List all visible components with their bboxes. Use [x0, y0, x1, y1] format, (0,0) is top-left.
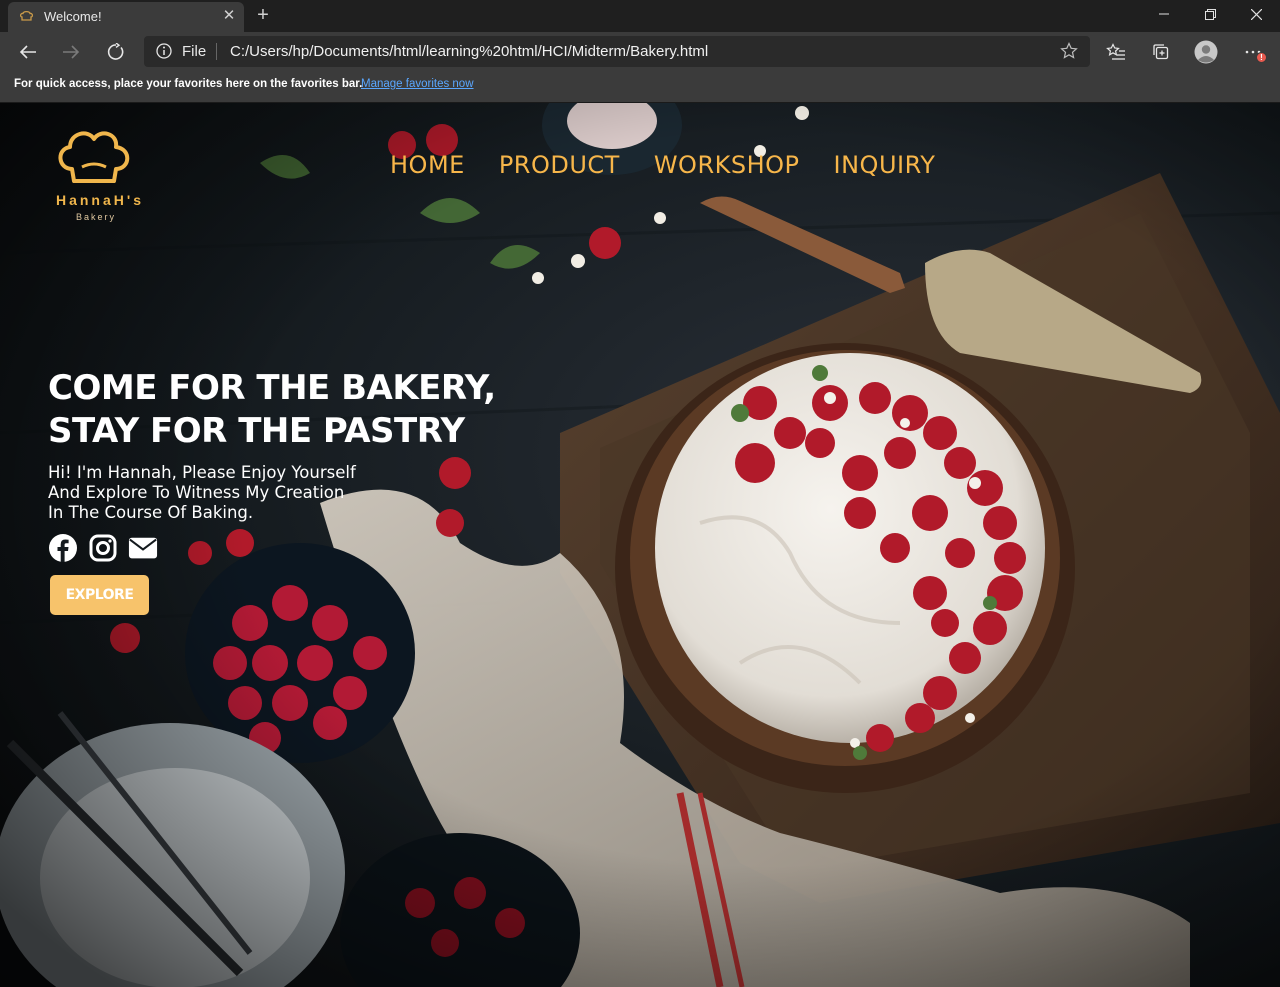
refresh-icon: [107, 43, 124, 60]
hero-headline-line2: STAY FOR THE PASTRY: [48, 411, 465, 451]
close-window-button[interactable]: [1233, 0, 1279, 28]
tab-welcome[interactable]: Welcome! ✕: [8, 2, 244, 32]
collections-button[interactable]: [1146, 38, 1176, 66]
forward-button[interactable]: [56, 38, 86, 66]
social-links: [48, 533, 158, 563]
bakery-page: HannaH's Bakery HOME PRODUCT WORKSHOP IN…: [0, 103, 1280, 987]
hero-background-image: [0, 103, 1280, 987]
profile-button[interactable]: [1191, 38, 1221, 66]
instagram-icon[interactable]: [88, 533, 118, 563]
info-icon[interactable]: [156, 43, 172, 59]
explore-button[interactable]: EXPLORE: [50, 575, 149, 615]
favorites-list-icon: [1106, 43, 1125, 60]
envelope-icon[interactable]: [128, 533, 158, 563]
nav-product[interactable]: PRODUCT: [499, 151, 620, 179]
chef-hat-icon: [58, 131, 130, 183]
facebook-icon[interactable]: [48, 533, 78, 563]
favorites-bar-message: For quick access, place your favorites h…: [14, 78, 363, 90]
hero-subtitle: Hi! I'm Hannah, Please Enjoy Yourself An…: [48, 463, 356, 523]
hero-subtitle-line1: Hi! I'm Hannah, Please Enjoy Yourself: [48, 463, 356, 482]
arrow-left-icon: [19, 45, 36, 59]
collections-icon: [1153, 44, 1169, 60]
hero-headline: COME FOR THE BAKERY, STAY FOR THE PASTRY: [48, 367, 496, 453]
new-tab-button[interactable]: +: [252, 4, 274, 26]
main-nav: HOME PRODUCT WORKSHOP INQUIRY: [390, 151, 935, 179]
nav-inquiry[interactable]: INQUIRY: [834, 151, 936, 179]
refresh-button[interactable]: [101, 38, 131, 66]
arrow-right-icon: [63, 45, 80, 59]
tab-title: Welcome!: [44, 9, 102, 24]
address-bar[interactable]: File C:/Users/hp/Documents/html/learning…: [144, 36, 1090, 67]
back-button[interactable]: [13, 38, 43, 66]
favorites-button[interactable]: [1101, 38, 1131, 66]
nav-home[interactable]: HOME: [390, 151, 465, 179]
chef-hat-icon: [20, 11, 33, 21]
address-divider: [216, 43, 217, 60]
hero-subtitle-line2: And Explore To Witness My Creation: [48, 483, 345, 502]
restore-button[interactable]: [1187, 0, 1233, 28]
logo-subtitle: Bakery: [75, 212, 116, 222]
address-url[interactable]: C:/Users/hp/Documents/html/learning%20ht…: [230, 43, 708, 60]
nav-workshop[interactable]: WORKSHOP: [654, 151, 800, 179]
manage-favorites-link[interactable]: Manage favorites now: [361, 78, 474, 90]
hero-headline-line1: COME FOR THE BAKERY,: [48, 368, 496, 408]
close-tab-icon[interactable]: ✕: [220, 7, 238, 25]
tab-strip: Welcome! ✕ +: [0, 0, 1280, 32]
avatar-icon: [1194, 40, 1218, 64]
hero-subtitle-line3: In The Course Of Baking.: [48, 503, 254, 522]
site-logo[interactable]: HannaH's Bakery: [48, 127, 158, 227]
notification-badge: !: [1256, 52, 1267, 63]
favorites-bar: For quick access, place your favorites h…: [0, 72, 1280, 103]
logo-name: HannaH's: [55, 192, 144, 208]
address-scheme: File: [182, 43, 207, 60]
minimize-button[interactable]: [1141, 0, 1187, 28]
star-icon[interactable]: [1060, 42, 1078, 60]
browser-toolbar: File C:/Users/hp/Documents/html/learning…: [0, 32, 1280, 72]
